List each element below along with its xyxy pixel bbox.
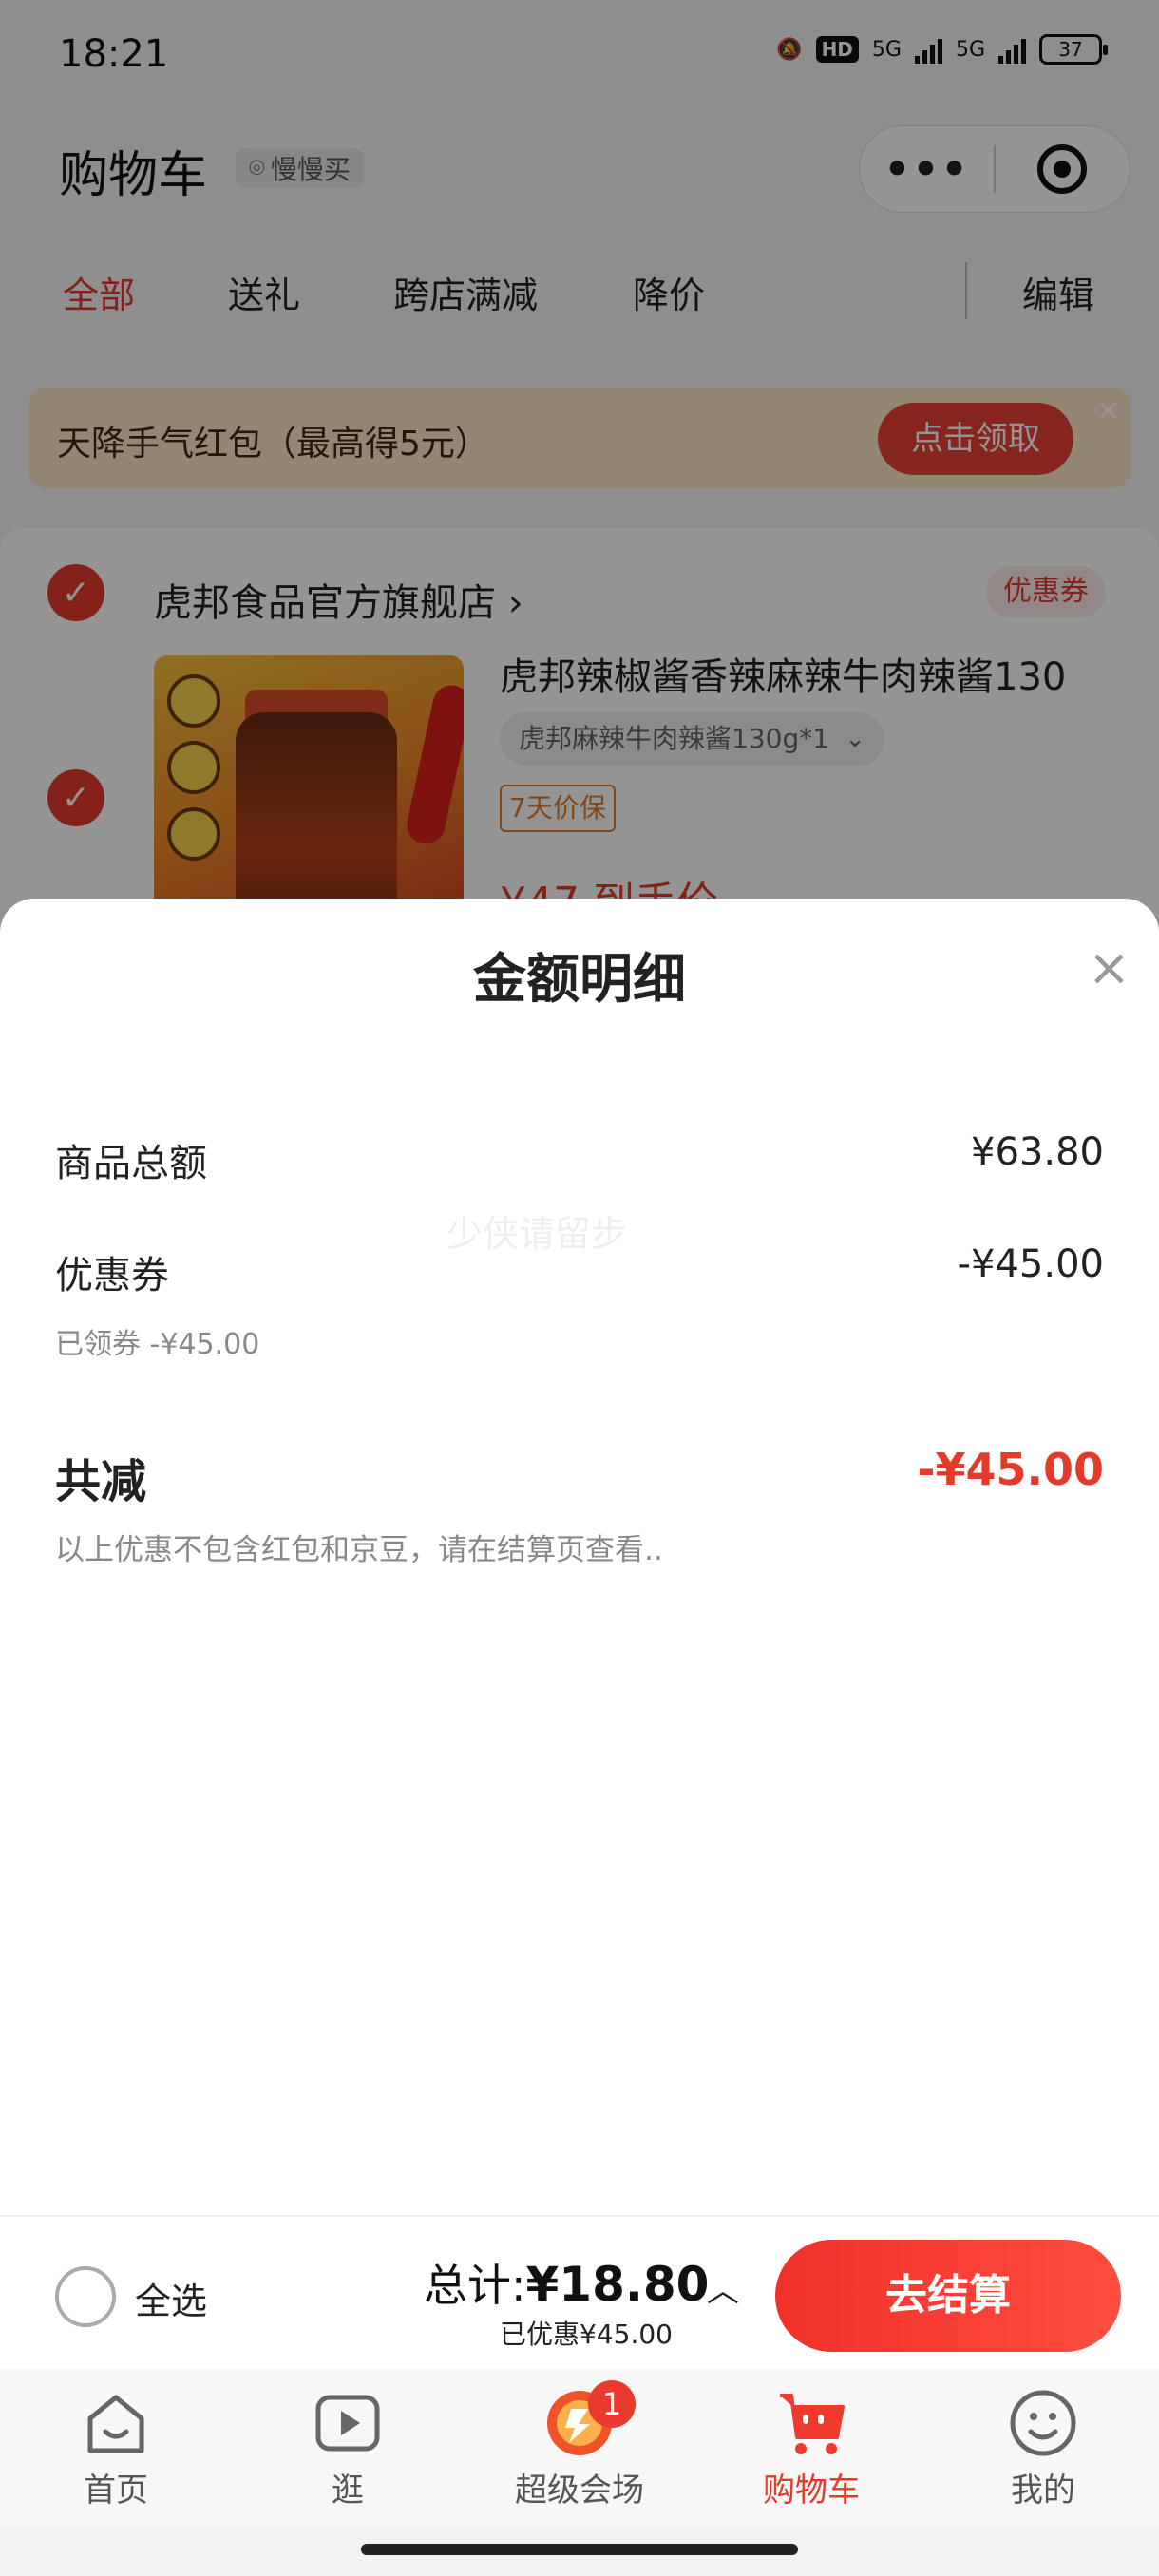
tab-profile[interactable]: 我的 (927, 2388, 1159, 2510)
tab-browse[interactable]: 逛 (232, 2388, 464, 2510)
tab-cart[interactable]: 购物车 (695, 2388, 927, 2510)
cart-icon (776, 2388, 846, 2458)
checkout-bar: 全选 总计:¥18.80 已优惠¥45.00 ︿ 去结算 (0, 2215, 1159, 2369)
play-icon (313, 2388, 383, 2458)
tab-cart-label: 购物车 (763, 2472, 860, 2510)
total-value: ¥18.80 (525, 2257, 710, 2312)
profile-icon (1008, 2388, 1078, 2458)
coupon-claimed-sub: 已领券 -¥45.00 (55, 1328, 260, 1361)
total-reduce-label: 共减 (55, 1455, 147, 1508)
goods-total-value: ¥63.80 (971, 1130, 1104, 1174)
saved-amount: 已优惠¥45.00 (500, 2319, 673, 2350)
discount-note: 以上优惠不包含红包和京豆，请在结算页查看.. (55, 1533, 663, 1567)
tab-super-venue-label: 超级会场 (515, 2472, 644, 2510)
tab-profile-label: 我的 (1011, 2472, 1075, 2510)
coupon-value: -¥45.00 (957, 1242, 1104, 1286)
checkout-button[interactable]: 去结算 (775, 2240, 1121, 2352)
watermark-text: 少侠请留步 (446, 1213, 628, 1255)
tab-home[interactable]: 首页 (0, 2388, 232, 2510)
tab-home-label: 首页 (84, 2472, 148, 2510)
sheet-title: 金额明细 (473, 949, 686, 1011)
goods-total-label: 商品总额 (55, 1142, 207, 1185)
amount-detail-sheet: 金额明细 × 商品总额 ¥63.80 少侠请留步 优惠券 -¥45.00 已领券… (0, 899, 1159, 2215)
total-reduce-value: -¥45.00 (917, 1444, 1104, 1495)
close-icon[interactable]: × (1088, 942, 1130, 994)
select-all-label[interactable]: 全选 (135, 2272, 207, 2324)
home-indicator[interactable] (361, 2544, 798, 2555)
chevron-up-icon[interactable]: ︿ (707, 2264, 739, 2311)
coupon-label: 优惠券 (55, 1254, 169, 1297)
home-icon (81, 2388, 151, 2458)
bottom-tab-bar: 首页 逛 1 超级会场 购物车 我的 (0, 2369, 1159, 2525)
super-venue-icon: 1 (544, 2380, 636, 2458)
total-amount[interactable]: 总计:¥18.80 (424, 2251, 709, 2314)
tab-badge: 1 (588, 2380, 636, 2428)
select-all-radio[interactable] (55, 2266, 116, 2327)
tab-browse-label: 逛 (332, 2472, 364, 2510)
tab-super-venue[interactable]: 1 超级会场 (464, 2380, 695, 2510)
total-prefix: 总计: (424, 2260, 526, 2311)
